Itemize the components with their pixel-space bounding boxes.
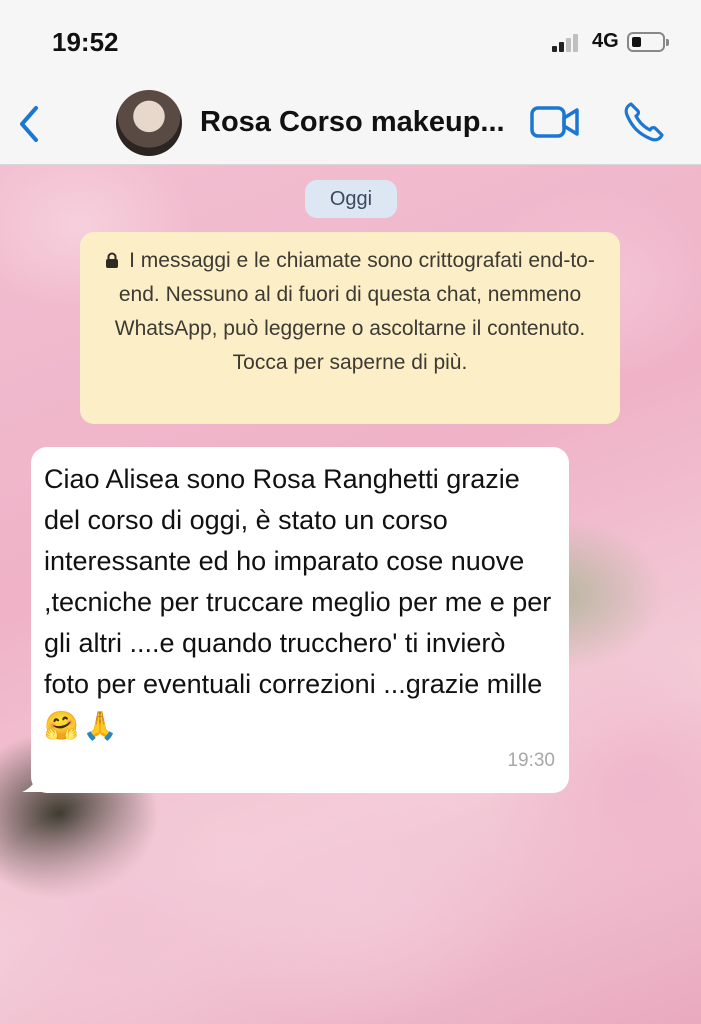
message-text: Ciao Alisea sono Rosa Ranghetti grazie d… (44, 464, 552, 699)
message-bubble[interactable]: Ciao Alisea sono Rosa Ranghetti grazie d… (31, 447, 569, 793)
message-time: 19:30 (507, 750, 555, 771)
avatar[interactable] (116, 90, 182, 156)
encryption-notice[interactable]: I messaggi e le chiamate sono crittograf… (80, 232, 620, 424)
status-time: 19:52 (52, 27, 119, 57)
battery-icon (627, 32, 669, 52)
encryption-notice-text: I messaggi e le chiamate sono crittograf… (114, 249, 595, 374)
top-bar: 19:52 4G Rosa Corso makeup... (0, 0, 701, 165)
message-emojis: 🤗🙏 (44, 709, 122, 742)
signal-icon (552, 32, 586, 52)
phone-icon[interactable] (622, 100, 666, 144)
chevron-left-icon[interactable] (14, 104, 44, 144)
contact-name[interactable]: Rosa Corso makeup... (200, 106, 505, 139)
video-camera-icon[interactable] (530, 104, 580, 140)
network-type: 4G (592, 30, 619, 52)
date-separator: Oggi (305, 180, 397, 218)
lock-icon (106, 252, 119, 268)
